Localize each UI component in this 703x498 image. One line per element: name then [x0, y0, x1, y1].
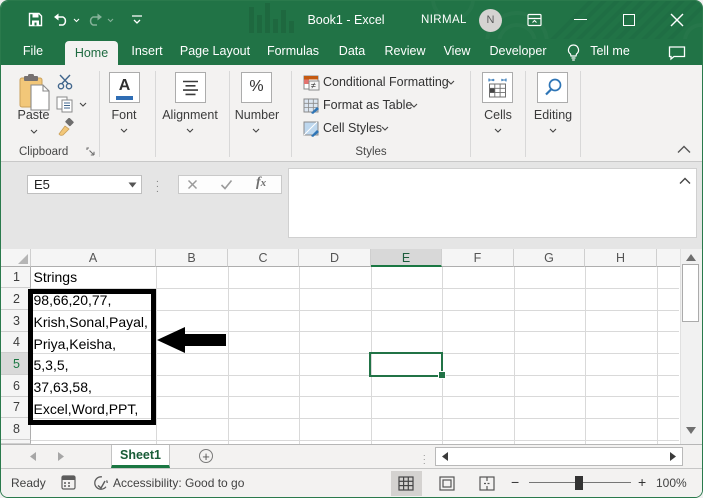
svg-text:≠: ≠ [311, 81, 316, 91]
